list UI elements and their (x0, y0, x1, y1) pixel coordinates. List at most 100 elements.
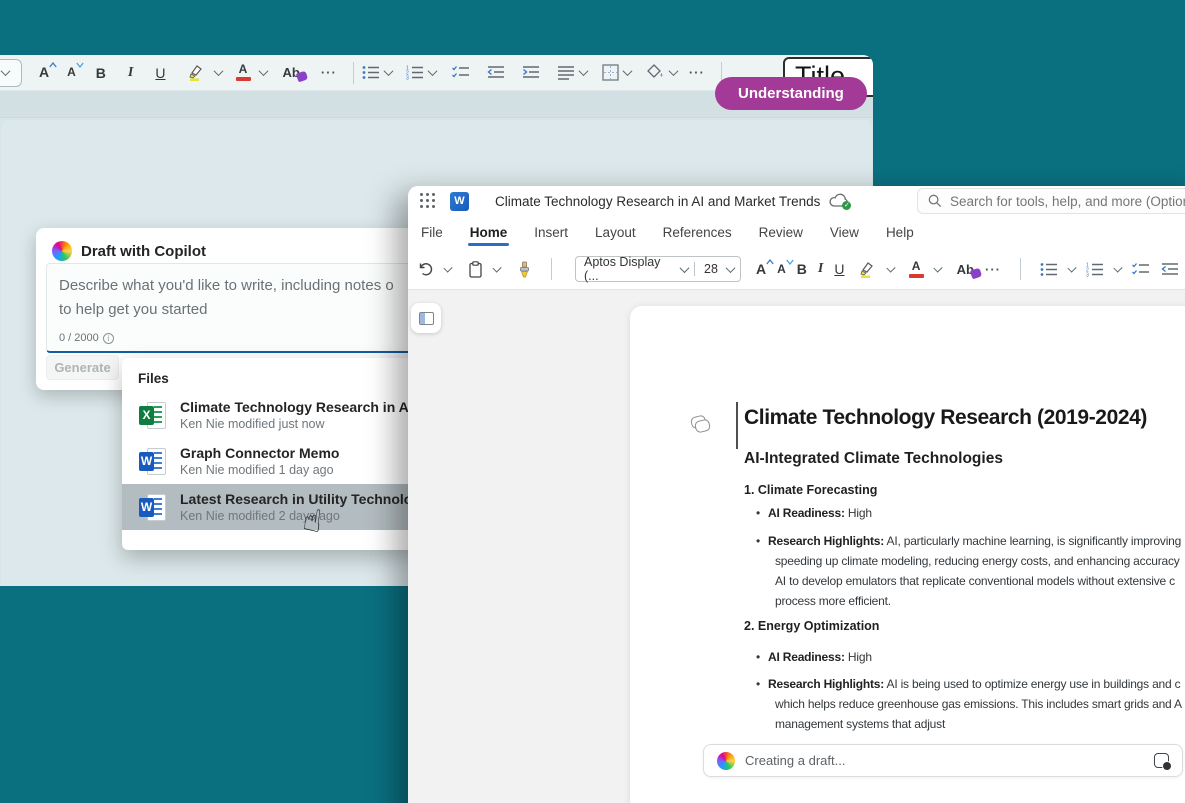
numbered-list-dropdown[interactable] (1113, 263, 1122, 272)
highlight-button[interactable] (187, 64, 206, 81)
more-formatting-button[interactable]: ··· (985, 262, 1001, 277)
italic-button[interactable]: I (128, 65, 133, 81)
doc-heading-1: Climate Technology Research (2019-2024) (744, 406, 1147, 430)
shading-dropdown[interactable] (668, 66, 678, 76)
pane-toggle-button[interactable] (411, 303, 441, 333)
font-name-select[interactable]: Aptos Display (... (576, 255, 694, 283)
menu-help[interactable]: Help (886, 216, 914, 249)
align-dropdown[interactable] (578, 66, 588, 76)
caret-up-icon (766, 259, 774, 265)
italic-button[interactable]: I (818, 261, 823, 277)
copilot-status-bar[interactable]: Creating a draft... (703, 744, 1183, 777)
bullet-list-button[interactable] (1040, 262, 1058, 277)
document-title: Climate Technology Research in AI and Ma… (495, 194, 820, 209)
document-page[interactable]: Climate Technology Research (2019-2024) … (630, 306, 1185, 803)
menu-insert[interactable]: Insert (534, 216, 568, 249)
caret-down-icon (76, 62, 84, 68)
copilot-margin-icon[interactable] (690, 413, 713, 436)
app-launcher-icon[interactable] (420, 193, 436, 209)
doc-bullet: Research Highlights: AI, particularly ma… (756, 531, 1181, 611)
placeholder-line: Describe what you'd like to write, inclu… (59, 274, 413, 298)
clear-formatting-button[interactable]: Ab (957, 262, 974, 277)
format-painter-button[interactable] (517, 261, 532, 278)
clipboard-icon (468, 261, 483, 278)
menu-layout[interactable]: Layout (595, 216, 636, 249)
red-color-bar (236, 77, 251, 81)
file-name: Climate Technology Research in AI... (180, 399, 420, 415)
bullet-list-button[interactable] (362, 65, 380, 80)
font-color-dropdown[interactable] (258, 66, 268, 76)
doc-bullet: AI Readiness: High (756, 647, 872, 667)
numbered-list-button[interactable]: 1 2 3 (406, 65, 424, 80)
highlight-dropdown[interactable] (213, 66, 223, 76)
highlight-dropdown[interactable] (886, 263, 895, 272)
menu-review[interactable]: Review (759, 216, 803, 249)
more-formatting-button[interactable]: ··· (321, 65, 337, 80)
search-input[interactable] (950, 194, 1185, 209)
align-button[interactable] (557, 65, 575, 80)
decrease-indent-button[interactable] (487, 65, 505, 80)
bullet-list-dropdown[interactable] (383, 66, 393, 76)
eraser-icon (296, 71, 308, 83)
word-app-icon[interactable]: W (450, 192, 469, 211)
cloud-saved-icon: ✓ (829, 193, 849, 209)
paste-button[interactable] (468, 261, 483, 278)
grow-font-button[interactable]: A (756, 264, 766, 275)
grow-font-button[interactable]: A (39, 67, 49, 78)
highlight-button[interactable] (858, 261, 877, 278)
increase-indent-button[interactable] (522, 65, 540, 80)
font-size-select[interactable]: 28 (694, 262, 740, 276)
paste-dropdown[interactable] (492, 263, 501, 272)
shading-button[interactable] (646, 64, 665, 81)
title-bar: W Climate Technology Research in AI and … (408, 186, 1185, 216)
shrink-font-button[interactable]: A (777, 264, 786, 275)
text-cursor (736, 402, 738, 449)
doc-section-2-heading: 2. Energy Optimization (744, 619, 879, 633)
bold-button[interactable]: B (797, 261, 807, 277)
doc-bullet: Research Highlights: AI is being used to… (756, 674, 1182, 734)
bold-button[interactable]: B (96, 65, 106, 81)
stop-generating-icon[interactable] (1154, 753, 1169, 768)
font-color-dropdown[interactable] (933, 263, 942, 272)
checklist-button[interactable] (452, 65, 470, 80)
borders-dropdown[interactable] (622, 66, 632, 76)
generate-button[interactable]: Generate (46, 355, 119, 380)
checklist-button[interactable] (1132, 262, 1150, 277)
file-row-latest-research-selected[interactable]: W Latest Research in Utility Technolo...… (122, 484, 420, 530)
undo-dropdown[interactable] (443, 263, 452, 272)
shrink-font-button[interactable]: A (67, 67, 76, 78)
file-row-climate-research[interactable]: X Climate Technology Research in AI... K… (122, 392, 420, 438)
file-meta: Ken Nie modified just now (180, 417, 420, 431)
font-color-button[interactable]: A (236, 64, 251, 81)
numbered-list-button[interactable]: 1 2 3 (1086, 262, 1104, 277)
bullet-list-dropdown[interactable] (1067, 263, 1076, 272)
chevron-down-icon (726, 263, 736, 273)
menu-references[interactable]: References (663, 216, 732, 249)
underline-button[interactable]: U (834, 261, 844, 277)
font-color-button[interactable]: A (909, 261, 924, 278)
bullet-list-icon (1040, 262, 1058, 277)
borders-icon (602, 64, 619, 81)
search-box[interactable] (917, 188, 1185, 214)
menu-view[interactable]: View (830, 216, 859, 249)
borders-button[interactable] (602, 64, 619, 81)
word-main-window: W Climate Technology Research in AI and … (408, 186, 1185, 803)
svg-text:3: 3 (1086, 272, 1089, 277)
checklist-icon (452, 65, 470, 80)
eraser-icon (970, 267, 982, 279)
copilot-status-text: Creating a draft... (745, 753, 1144, 768)
underline-button[interactable]: U (155, 65, 165, 81)
doc-heading-2: AI-Integrated Climate Technologies (744, 450, 1003, 468)
placeholder-line: to help get you started (59, 298, 413, 322)
decrease-indent-button[interactable] (1161, 262, 1179, 277)
undo-button[interactable] (417, 261, 434, 277)
more-toolbar-button[interactable]: ··· (689, 65, 705, 80)
clear-formatting-button[interactable]: Ab (283, 65, 300, 80)
char-counter: 0 / 2000 i (59, 332, 114, 344)
prompt-textarea[interactable]: Describe what you'd like to write, inclu… (46, 263, 426, 353)
numbered-list-dropdown[interactable] (427, 66, 437, 76)
menu-home[interactable]: Home (470, 216, 508, 249)
file-row-graph-connector-memo[interactable]: W Graph Connector Memo Ken Nie modified … (122, 438, 420, 484)
style-dropdown[interactable] (0, 59, 22, 87)
menu-file[interactable]: File (421, 216, 443, 249)
